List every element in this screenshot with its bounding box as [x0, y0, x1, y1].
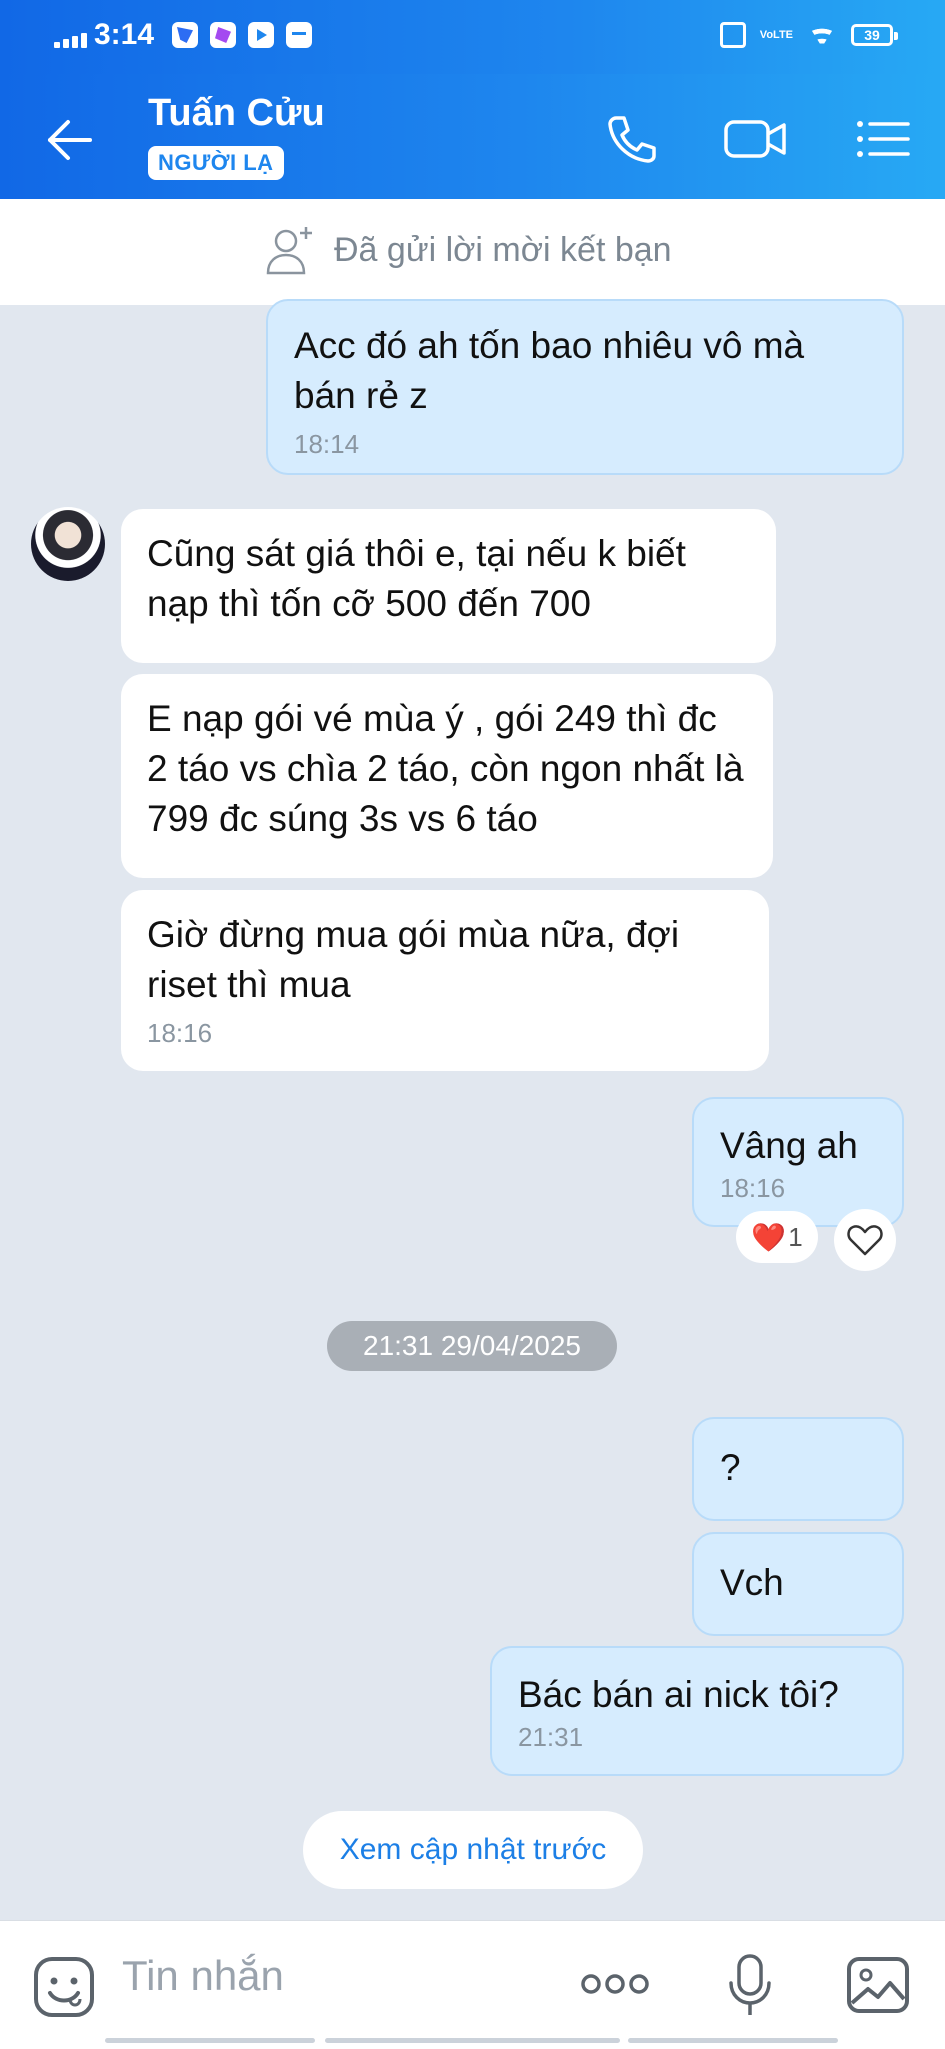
react-button[interactable]	[834, 1209, 896, 1271]
date-separator: 21:31 29/04/2025	[327, 1321, 617, 1371]
signal-icon	[54, 28, 87, 48]
message-text: Giờ đừng mua gói mùa nữa, đợi riset thì …	[147, 914, 680, 1005]
back-button[interactable]	[40, 110, 100, 170]
microphone-icon	[729, 1954, 771, 2015]
message-text: Vch	[720, 1562, 784, 1603]
message-bubble-incoming[interactable]: Giờ đừng mua gói mùa nữa, đợi riset thì …	[121, 890, 769, 1071]
message-time: 18:16	[720, 1173, 786, 1203]
gallery-button[interactable]	[846, 1953, 910, 2022]
reaction-count: 1	[788, 1221, 803, 1252]
more-options-button[interactable]	[580, 1971, 650, 2002]
wifi-icon	[807, 23, 837, 47]
avatar[interactable]	[31, 507, 105, 581]
heart-outline-icon	[847, 1225, 883, 1256]
message-text: Vâng ah	[720, 1125, 858, 1166]
youtube-icon	[248, 22, 274, 48]
message-time: 21:31	[518, 1722, 584, 1752]
message-time: 18:14	[294, 429, 360, 459]
volte-indicator: VoLTE	[759, 28, 793, 41]
voice-message-button[interactable]	[726, 1953, 774, 2024]
add-person-icon	[266, 227, 312, 275]
message-input[interactable]	[120, 1951, 544, 2001]
image-icon	[847, 1957, 909, 2013]
sticker-icon	[34, 1957, 94, 2017]
chat-area[interactable]: Acc đó ah tốn bao nhiêu vô mà bán rẻ z 1…	[0, 299, 945, 1920]
message-bubble-outgoing[interactable]: ?	[692, 1417, 904, 1521]
message-bubble-outgoing[interactable]: Vâng ah 18:16	[692, 1097, 904, 1227]
more-icon	[581, 1974, 649, 1994]
video-camera-icon	[724, 120, 786, 158]
contact-name[interactable]: Tuấn Cửu	[148, 92, 325, 135]
message-bubble-outgoing[interactable]: Vch	[692, 1532, 904, 1636]
friend-request-bar: Đã gửi lời mời kết bạn	[0, 199, 945, 305]
message-time: 18:16	[147, 1018, 213, 1048]
message-text: Bác bán ai nick tôi?	[518, 1674, 839, 1715]
shopping-bag-icon	[286, 22, 312, 48]
status-time: 3:14	[94, 18, 155, 51]
voice-call-button[interactable]	[600, 108, 662, 170]
status-bar: 3:14 VoLTE 39	[0, 0, 945, 74]
message-bubble-outgoing[interactable]: Bác bán ai nick tôi? 21:31	[490, 1646, 904, 1776]
app-notification-icon	[172, 22, 198, 48]
message-text: E nạp gói vé mùa ý , gói 249 thì đc 2 tá…	[147, 698, 744, 839]
reaction-badge[interactable]: ❤️ 1	[736, 1211, 818, 1263]
message-text: ?	[720, 1447, 741, 1488]
message-text: Cũng sát giá thôi e, tại nếu k biết nạp …	[147, 533, 686, 624]
message-bubble-incoming[interactable]: E nạp gói vé mùa ý , gói 249 thì đc 2 tá…	[121, 674, 773, 878]
friend-request-text: Đã gửi lời mời kết bạn	[334, 230, 672, 269]
back-arrow-icon	[48, 120, 92, 160]
message-composer	[0, 1920, 945, 2049]
message-bubble-incoming[interactable]: Cũng sát giá thôi e, tại nếu k biết nạp …	[121, 509, 776, 663]
menu-button[interactable]	[852, 108, 914, 170]
message-bubble-outgoing[interactable]: Acc đó ah tốn bao nhiêu vô mà bán rẻ z 1…	[266, 299, 904, 475]
phone-icon	[608, 116, 656, 163]
heart-reaction-icon: ❤️	[751, 1221, 787, 1253]
load-previous-button[interactable]: Xem cập nhật trước	[303, 1811, 643, 1889]
video-call-button[interactable]	[722, 108, 790, 170]
navigation-handle	[0, 2038, 945, 2044]
app-notification-icon	[210, 22, 236, 48]
chat-header: Tuấn Cửu NGƯỜI LẠ	[0, 74, 945, 199]
stranger-badge: NGƯỜI LẠ	[148, 146, 284, 180]
notification-icons	[172, 22, 312, 48]
menu-list-icon	[857, 121, 910, 157]
battery-icon: 39	[851, 24, 898, 46]
message-text: Acc đó ah tốn bao nhiêu vô mà bán rẻ z	[294, 325, 805, 416]
sticker-button[interactable]	[32, 1955, 96, 2024]
status-indicators: VoLTE 39	[719, 22, 898, 48]
vibrate-icon	[719, 22, 746, 48]
